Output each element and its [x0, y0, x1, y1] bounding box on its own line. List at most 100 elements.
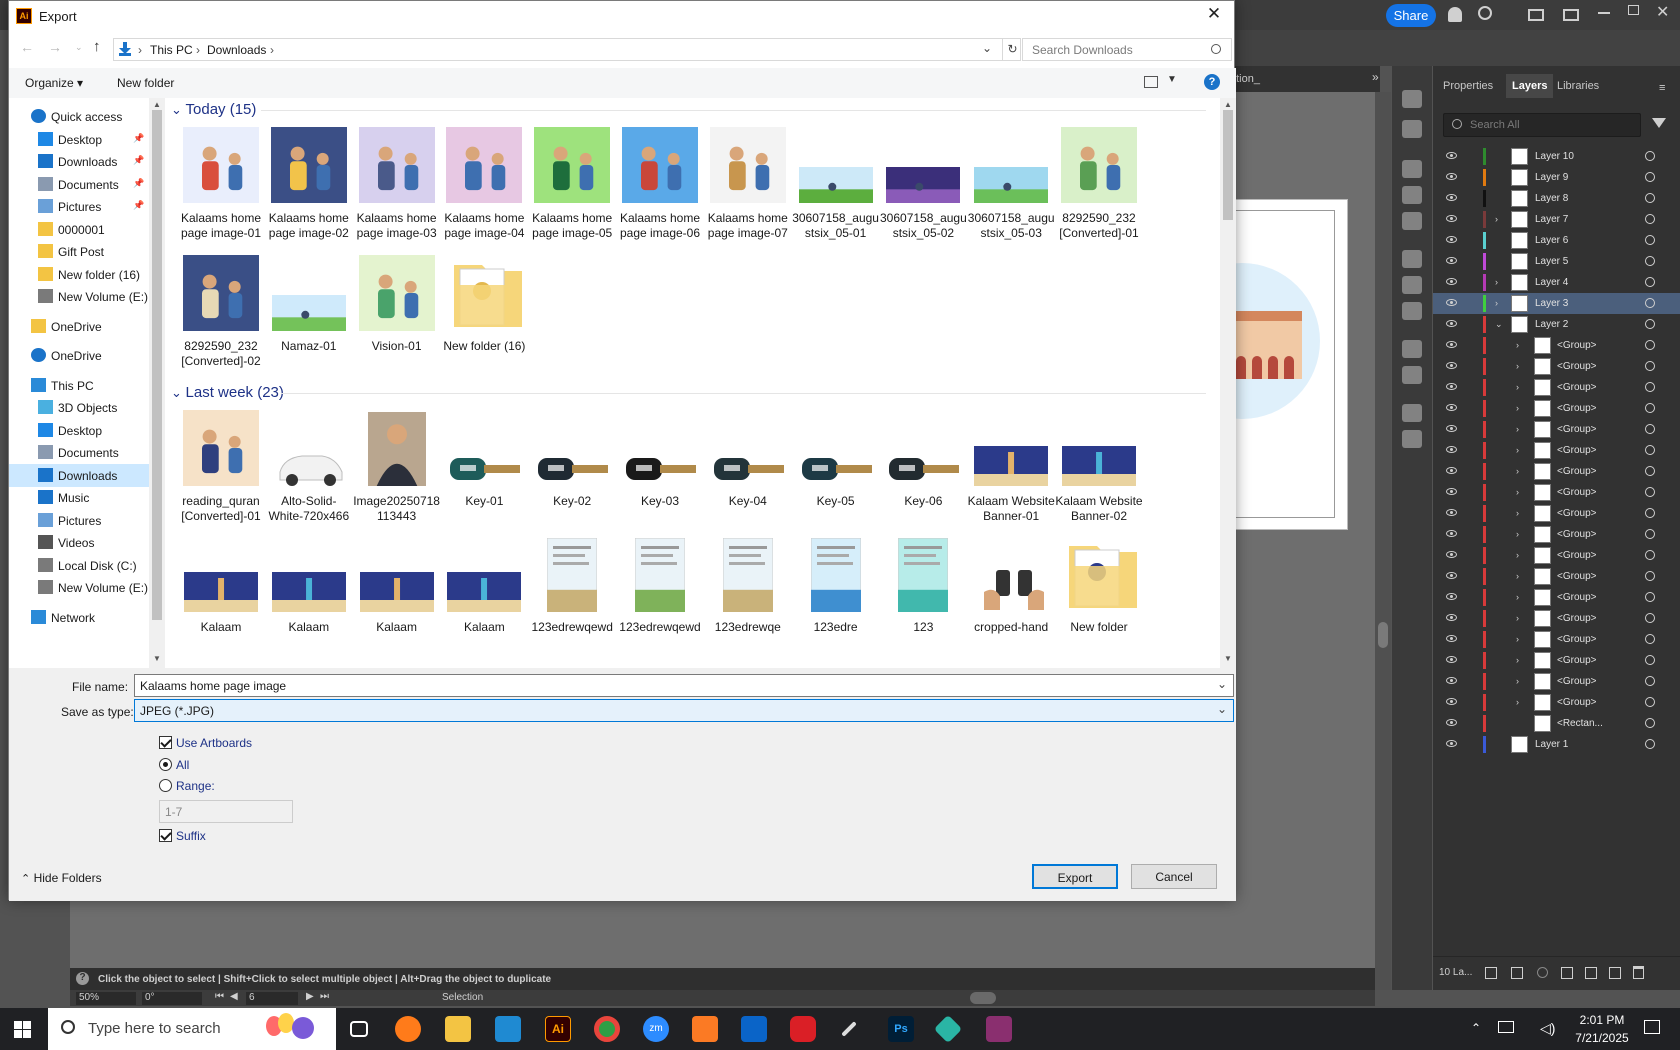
chevron-right-icon[interactable]: › — [1495, 214, 1498, 224]
chevron-right-icon[interactable]: › — [1516, 382, 1519, 392]
chevron-right-icon[interactable]: › — [1516, 634, 1519, 644]
target-circle-icon[interactable] — [1645, 403, 1655, 413]
visibility-eye-icon[interactable] — [1446, 404, 1457, 411]
visibility-eye-icon[interactable] — [1446, 488, 1457, 495]
vscode-icon[interactable] — [495, 1016, 521, 1042]
target-circle-icon[interactable] — [1645, 193, 1655, 203]
export-button[interactable]: Export — [1032, 864, 1118, 889]
nav-item-network[interactable]: Network — [9, 606, 157, 629]
tab-layers[interactable]: Layers — [1506, 74, 1554, 98]
visibility-eye-icon[interactable] — [1446, 425, 1457, 432]
all-radio[interactable] — [159, 758, 172, 771]
target-circle-icon[interactable] — [1645, 256, 1655, 266]
chevron-right-icon[interactable]: › — [1516, 676, 1519, 686]
layer-group-row[interactable]: › <Group> — [1433, 503, 1680, 524]
file-item[interactable]: New folder (16) — [440, 253, 528, 354]
prev-artboard-icon[interactable]: ◀ — [230, 991, 238, 1002]
artboard-number-field[interactable]: 6 — [246, 992, 298, 1005]
file-item[interactable]: Kalaam — [177, 534, 265, 635]
layer-row[interactable]: › Layer 3 — [1433, 293, 1680, 314]
libraries-icon[interactable] — [1402, 90, 1422, 108]
breadcrumb-this-pc[interactable]: This PC — [150, 43, 193, 57]
file-item[interactable]: Vision-01 — [353, 253, 441, 354]
chevron-right-icon[interactable]: › — [1516, 340, 1519, 350]
file-item[interactable]: 8292590_232 [Converted]-02 — [177, 253, 265, 369]
notification-icon[interactable] — [1644, 1020, 1660, 1034]
range-radio[interactable] — [159, 779, 172, 792]
appearance-icon[interactable] — [1402, 340, 1422, 358]
file-item[interactable]: 123edrewqewd — [616, 534, 704, 635]
layer-group-row[interactable]: › <Group> — [1433, 650, 1680, 671]
use-artboards-label[interactable]: Use Artboards — [176, 736, 252, 750]
back-arrow-icon[interactable]: ← — [20, 39, 34, 55]
file-item[interactable]: 30607158_augustsix_05-02 — [879, 125, 967, 241]
nav-item-documents[interactable]: Documents — [9, 441, 157, 464]
breadcrumb-downloads[interactable]: Downloads — [207, 43, 266, 57]
chevron-down-icon[interactable]: ⌄ — [1495, 319, 1503, 330]
file-item[interactable]: reading_quran [Converted]-01 — [177, 408, 265, 524]
nav-item-desktop[interactable]: Desktop — [9, 419, 157, 442]
nav-item-pictures[interactable]: Pictures — [9, 509, 157, 532]
target-circle-icon[interactable] — [1645, 277, 1655, 287]
file-item[interactable]: Kalaams home page image-05 — [528, 125, 616, 241]
nav-item-desktop[interactable]: Desktop 📌 — [9, 128, 157, 151]
file-item[interactable]: 123edre — [792, 534, 880, 635]
group-header[interactable]: ⌄ Last week (23) — [171, 384, 284, 401]
file-item[interactable]: 30607158_augustsix_05-01 — [792, 125, 880, 241]
file-item[interactable]: Key-05 — [792, 408, 880, 509]
target-circle-icon[interactable] — [1645, 298, 1655, 308]
app-diamond-icon[interactable] — [933, 1014, 963, 1044]
creative-cloud-icon[interactable] — [790, 1016, 816, 1042]
visibility-eye-icon[interactable] — [1446, 614, 1457, 621]
outlook-icon[interactable] — [741, 1016, 767, 1042]
layer-group-row[interactable]: › <Group> — [1433, 671, 1680, 692]
visibility-eye-icon[interactable] — [1446, 677, 1457, 684]
file-item[interactable]: Namaz-01 — [265, 253, 353, 354]
layer-group-row[interactable]: › <Group> — [1433, 398, 1680, 419]
layer-row[interactable]: Layer 8 — [1433, 188, 1680, 209]
file-item[interactable]: Key-02 — [528, 408, 616, 509]
visibility-eye-icon[interactable] — [1446, 740, 1457, 747]
visibility-eye-icon[interactable] — [1446, 236, 1457, 243]
file-item[interactable]: Image20250718113443 — [353, 408, 441, 524]
pen-tool-icon[interactable] — [841, 1021, 857, 1037]
search-icon[interactable] — [1537, 967, 1548, 978]
file-item[interactable]: cropped-hand — [967, 534, 1055, 635]
nav-item-onedrive[interactable]: OneDrive — [9, 344, 157, 367]
layer-row[interactable]: › Layer 4 — [1433, 272, 1680, 293]
range-label[interactable]: Range: — [176, 779, 215, 793]
file-item[interactable]: Key-01 — [440, 408, 528, 509]
target-circle-icon[interactable] — [1645, 508, 1655, 518]
file-item[interactable]: 30607158_augustsix_05-03 — [967, 125, 1055, 241]
file-item[interactable]: Kalaam — [440, 534, 528, 635]
nav-item-new-volume-e[interactable]: New Volume (E:) — [9, 576, 157, 599]
nav-item-downloads[interactable]: Downloads — [9, 463, 157, 487]
nav-item-this-pc[interactable]: This PC — [9, 374, 157, 397]
visibility-eye-icon[interactable] — [1446, 551, 1457, 558]
file-item[interactable]: Kalaam — [265, 534, 353, 635]
file-item[interactable]: Key-06 — [879, 408, 967, 509]
layer-group-row[interactable]: › <Group> — [1433, 545, 1680, 566]
target-circle-icon[interactable] — [1645, 529, 1655, 539]
gradient-icon[interactable] — [1402, 276, 1422, 294]
new-layer-icon[interactable] — [1609, 967, 1621, 979]
layer-group-row[interactable]: › <Group> — [1433, 524, 1680, 545]
target-circle-icon[interactable] — [1645, 718, 1655, 728]
chevron-right-icon[interactable]: › — [1516, 403, 1519, 413]
rotation-field[interactable]: 0° — [142, 992, 202, 1005]
close-icon[interactable]: ✕ — [1656, 2, 1669, 22]
chevron-right-icon[interactable]: › — [1516, 697, 1519, 707]
symbols-icon[interactable] — [1402, 212, 1422, 230]
swatches-icon[interactable] — [1402, 160, 1422, 178]
file-item[interactable]: Kalaam — [353, 534, 441, 635]
canvas-vertical-scrollbar[interactable] — [1375, 92, 1391, 990]
chevron-right-icon[interactable]: › — [1516, 613, 1519, 623]
stroke-icon[interactable] — [1402, 250, 1422, 268]
image-trace-icon[interactable] — [1402, 120, 1422, 138]
organize-button[interactable]: Organize ▾ — [25, 76, 83, 90]
share-button[interactable]: Share — [1386, 4, 1436, 27]
artboards-icon[interactable] — [1402, 430, 1422, 448]
file-item[interactable]: 123edrewqe — [704, 534, 792, 635]
nav-item-0000001[interactable]: 0000001 — [9, 218, 157, 241]
visibility-eye-icon[interactable] — [1446, 467, 1457, 474]
